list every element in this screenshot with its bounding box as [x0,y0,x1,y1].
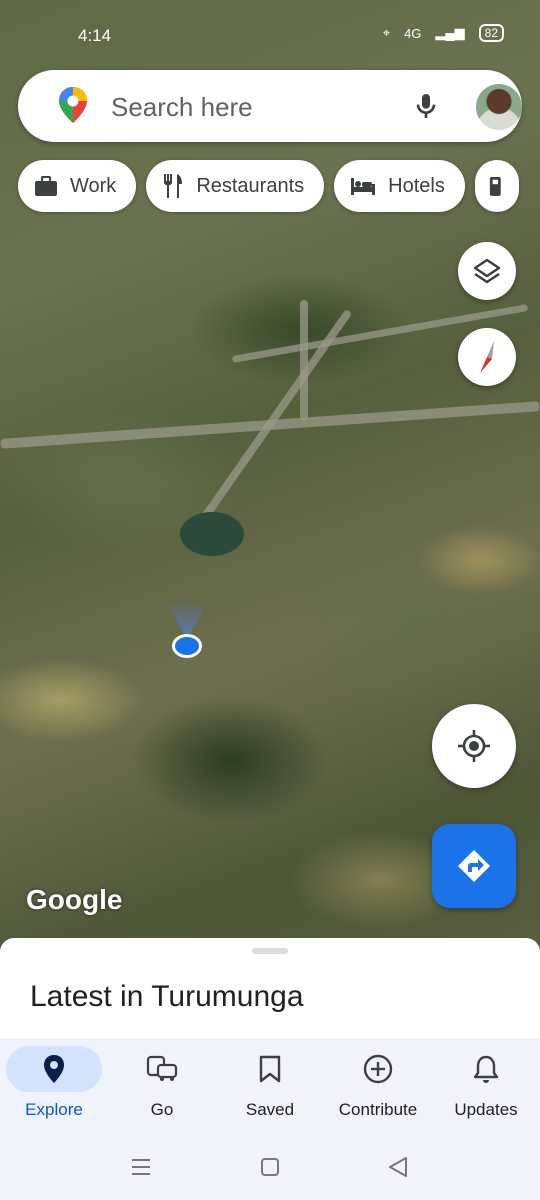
chip-gas[interactable] [474,160,519,212]
nav-label: Go [150,1100,174,1119]
compass-icon [480,341,494,373]
avatar[interactable] [476,84,522,130]
bottom-navigation: Explore Go Saved Contribute Updates [0,1038,540,1138]
chip-label: Hotels [388,174,445,197]
bookmark-icon [222,1046,318,1092]
search-bar[interactable]: Search here [18,70,522,142]
compass-button[interactable] [458,328,516,386]
gas-station-icon [489,177,501,196]
search-input[interactable]: Search here [111,92,253,123]
directions-icon [458,850,490,882]
back-icon[interactable] [388,1156,408,1178]
fork-knife-icon [164,174,183,198]
chip-hotels[interactable]: Hotels [334,160,465,212]
location-status-icon: ⌖ [382,25,391,40]
location-pin-icon [6,1046,102,1092]
sheet-drag-handle[interactable] [252,948,288,954]
bed-icon [351,178,376,195]
current-location-dot [172,634,202,658]
chip-work[interactable]: Work [18,160,137,212]
satellite-map[interactable] [0,0,540,960]
nav-label: Explore [25,1100,83,1119]
nav-label: Saved [245,1100,295,1119]
layers-icon [473,258,501,284]
system-navigation-bar [0,1138,540,1200]
chip-restaurants[interactable]: Restaurants [146,160,325,212]
sheet-title: Latest in Turumunga [30,980,304,1013]
nav-saved[interactable]: Saved [216,1038,324,1138]
nav-label: Contribute [338,1100,418,1119]
bottom-sheet[interactable]: Latest in Turumunga [0,938,540,1038]
status-time: 4:14 [78,26,112,45]
signal-icon: ▂▄▆ [435,25,465,40]
bell-icon [438,1046,534,1092]
recent-apps-icon[interactable] [130,1158,152,1176]
nav-go[interactable]: Go [108,1038,216,1138]
category-chips: Work Restaurants Hotels [18,160,519,212]
directions-button[interactable] [432,824,516,908]
briefcase-icon [35,176,57,196]
my-location-button[interactable] [432,704,516,788]
nav-contribute[interactable]: Contribute [324,1038,432,1138]
layers-button[interactable] [458,242,516,300]
commute-icon [114,1046,210,1092]
nav-explore[interactable]: Explore [0,1038,108,1138]
home-icon[interactable] [260,1157,280,1177]
status-bar: 4:14 ⌖ 4G ▂▄▆ 82 [0,0,540,70]
network-label: 4G [404,25,422,41]
google-attribution: Google [26,884,123,915]
pond [180,512,244,556]
nav-updates[interactable]: Updates [432,1038,540,1138]
nav-label: Updates [454,1100,518,1119]
microphone-icon[interactable] [410,90,442,122]
maps-logo-icon [59,87,87,123]
battery-level: 82 [478,24,504,42]
add-circle-icon [330,1046,426,1092]
crosshair-icon [458,730,490,762]
chip-label: Work [70,174,117,197]
chip-label: Restaurants [196,174,305,197]
